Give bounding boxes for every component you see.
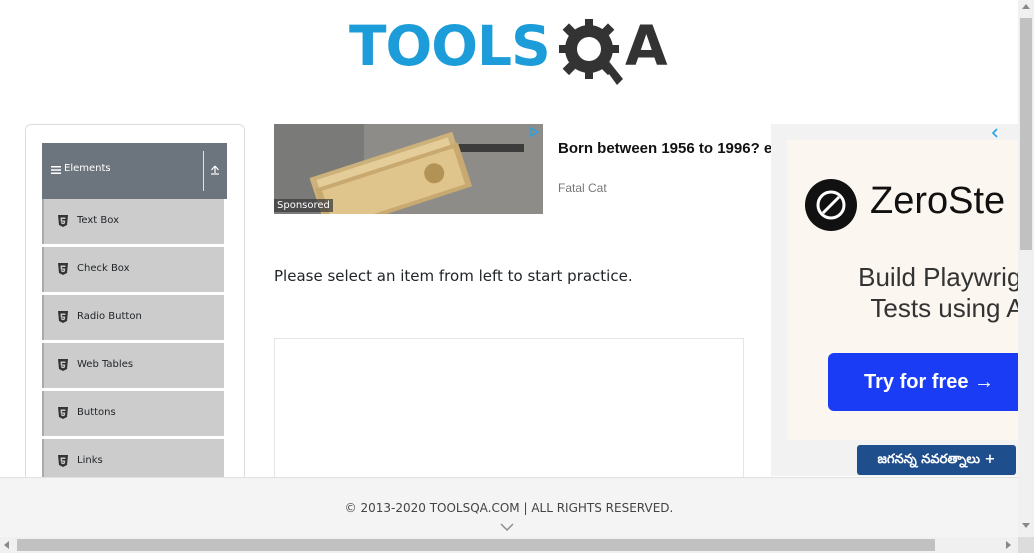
hamburger-icon (51, 166, 61, 174)
scroll-down-arrow-icon[interactable] (1022, 523, 1030, 528)
html5-icon (58, 455, 68, 467)
collapse-up-icon[interactable] (208, 163, 222, 177)
menu-item-web-tables[interactable]: Web Tables (42, 343, 224, 388)
telugu-promo-badge[interactable]: జగనన్న నవరత్నాలు + (857, 445, 1016, 475)
toolsqa-logo[interactable]: TOOLS A (349, 15, 679, 91)
chevron-left-icon[interactable] (990, 128, 1000, 138)
menu-item-label: Web Tables (77, 359, 134, 370)
zerostep-logo-icon (805, 179, 857, 231)
logo-tools-text: TOOLS (349, 14, 551, 78)
scroll-right-arrow-icon[interactable] (1006, 541, 1011, 549)
menu-item-radio-button[interactable]: Radio Button (42, 295, 224, 340)
instructions-text: Please select an item from left to start… (274, 267, 633, 285)
zerostep-tagline: Build Playwrigh Tests using A (837, 262, 1018, 324)
scroll-left-arrow-icon[interactable] (4, 541, 9, 549)
adchoices-icon[interactable] (529, 127, 539, 137)
try-for-free-button[interactable]: Try for free → (828, 353, 1018, 411)
scrollbar-corner (1018, 537, 1034, 553)
right-ad[interactable]: ZeroSte Build Playwrigh Tests using A Tr… (771, 124, 1018, 476)
html5-icon (58, 407, 68, 419)
sponsored-label: Sponsored (274, 199, 333, 212)
copyright-text: © 2013-2020 TOOLSQA.COM | ALL RIGHTS RES… (344, 501, 674, 515)
ad-source-label[interactable]: Fatal Cat (558, 181, 607, 195)
menu-item-label: Radio Button (77, 311, 142, 322)
menu-item-check-box[interactable]: Check Box (42, 247, 224, 292)
html5-icon (58, 311, 68, 323)
menu-item-buttons[interactable]: Buttons (42, 391, 224, 436)
vertical-scrollbar[interactable] (1018, 0, 1034, 537)
horizontal-scroll-thumb[interactable] (17, 539, 935, 551)
vertical-scroll-thumb[interactable] (1020, 18, 1032, 250)
html5-icon (58, 263, 68, 275)
scroll-up-arrow-icon[interactable] (1022, 4, 1030, 9)
menu-item-label: Text Box (77, 215, 119, 226)
html5-icon (58, 359, 68, 371)
chevron-down-icon[interactable] (500, 522, 514, 532)
logo-a-text: A (625, 14, 668, 78)
tagline-text: Build Playwrigh Tests using A (858, 262, 1018, 323)
gear-magnifier-icon (559, 19, 623, 85)
menu-item-text-box[interactable]: Text Box (42, 199, 224, 244)
menu-item-label: Check Box (77, 263, 130, 274)
elements-group-title: Elements (64, 163, 111, 174)
menu-item-label: Buttons (77, 407, 116, 418)
zerostep-brand: ZeroSte (870, 180, 1006, 222)
horizontal-scrollbar[interactable] (0, 537, 1018, 553)
content-ad-placeholder (274, 338, 744, 480)
ad-headline-link[interactable]: Born between 1956 to 1996? extra income … (558, 139, 778, 159)
menu-item-label: Links (77, 455, 103, 466)
elements-group-header[interactable]: Elements (42, 143, 227, 199)
header-divider (203, 151, 204, 191)
html5-icon (58, 215, 68, 227)
footer: © 2013-2020 TOOLSQA.COM | ALL RIGHTS RES… (0, 477, 1018, 538)
elements-menu: Text Box Check Box Radio Button Web Tabl… (42, 199, 224, 487)
